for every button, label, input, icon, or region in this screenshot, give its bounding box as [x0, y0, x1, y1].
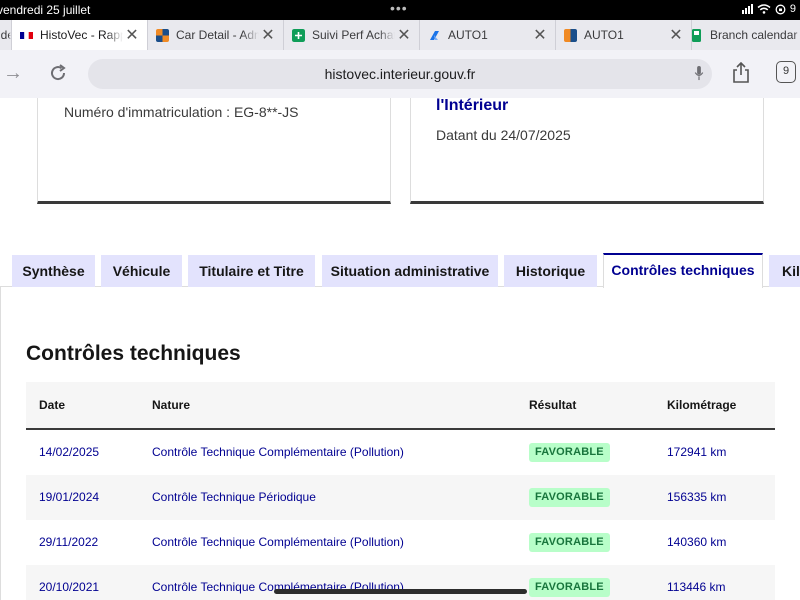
reload-icon[interactable]	[48, 63, 68, 83]
column-header-nature: Nature	[152, 398, 191, 412]
browser-tab-title: AUTO1	[584, 28, 624, 42]
url-text: histovec.interieur.gouv.fr	[324, 66, 476, 82]
section-title: Contrôles techniques	[26, 342, 241, 365]
address-bar[interactable]: histovec.interieur.gouv.fr	[88, 59, 712, 89]
browser-tab-6[interactable]: Branch calendar	[682, 20, 800, 50]
result-badge: FAVORABLE	[529, 443, 610, 462]
cell-date: 14/02/2025	[39, 445, 100, 459]
tab-synthese[interactable]: Synthèse	[12, 255, 95, 287]
registration-number: Numéro d'immatriculation : EG-8**-JS	[64, 104, 299, 120]
table-header: Date Nature Résultat Kilométrage	[26, 382, 775, 430]
cell-date: 20/10/2021	[39, 580, 100, 594]
inspections-table: Date Nature Résultat Kilométrage 14/02/2…	[26, 382, 775, 600]
microphone-icon[interactable]	[694, 66, 704, 81]
browser-tab-title: ide	[0, 28, 11, 42]
sheets-favicon-icon	[292, 28, 305, 42]
close-tab-icon[interactable]: ✕	[259, 25, 277, 45]
cell-nature: Contrôle Technique Complémentaire (Pollu…	[152, 580, 404, 594]
table-row: 19/01/2024 Contrôle Technique Périodique…	[26, 475, 775, 520]
status-date: vendredi 25 juillet	[0, 3, 91, 17]
browser-tab-title: Branch calendar	[710, 28, 798, 42]
close-tab-icon[interactable]: ✕	[395, 25, 413, 45]
browser-tab-title: AUTO1	[448, 28, 488, 42]
result-badge: FAVORABLE	[529, 533, 610, 552]
result-badge: FAVORABLE	[529, 488, 610, 507]
cell-nature: Contrôle Technique Complémentaire (Pollu…	[152, 535, 404, 549]
table-row: 20/10/2021 Contrôle Technique Complément…	[26, 565, 775, 600]
column-header-km: Kilométrage	[667, 398, 737, 412]
table-row: 14/02/2025 Contrôle Technique Complément…	[26, 430, 775, 475]
multitasking-dots-icon[interactable]: •••	[390, 0, 408, 16]
report-tabs: Synthèse Véhicule Titulaire et Titre Sit…	[0, 253, 800, 288]
tab-kilometrage[interactable]: Kilo	[769, 255, 800, 287]
tab-situation-administrative[interactable]: Situation administrative	[322, 255, 498, 287]
tab-controles-techniques[interactable]: Contrôles techniques	[603, 253, 763, 288]
tab-vehicule[interactable]: Véhicule	[101, 255, 182, 287]
cell-date: 29/11/2022	[39, 535, 99, 549]
browser-tab-2[interactable]: Car Detail - Admin ✕	[148, 20, 284, 50]
browser-tab-title: HistoVec - Rapport	[40, 28, 123, 42]
french-flag-icon	[20, 31, 33, 39]
column-header-result: Résultat	[529, 398, 577, 412]
auto1-orange-favicon-icon	[564, 28, 577, 42]
table-row: 29/11/2022 Contrôle Technique Complément…	[26, 520, 775, 565]
wifi-icon	[757, 4, 771, 14]
car-detail-favicon-icon	[156, 28, 169, 42]
home-indicator[interactable]	[274, 589, 527, 594]
calendar-favicon-icon	[692, 28, 701, 42]
tab-overview-button[interactable]: 9	[776, 61, 796, 83]
report-source-card: l'Intérieur Datant du 24/07/2025	[410, 98, 764, 204]
cell-km: 172941 km	[667, 445, 727, 459]
orientation-lock-icon	[775, 4, 786, 14]
browser-tab-title: Car Detail - Admin	[176, 28, 259, 42]
close-tab-icon[interactable]: ✕	[123, 25, 141, 45]
browser-tab-strip: ide HistoVec - Rapport ✕ Car Detail - Ad…	[0, 20, 800, 50]
browser-tab-4[interactable]: AUTO1 ✕	[420, 20, 556, 50]
browser-toolbar: → histovec.interieur.gouv.fr 9	[0, 50, 800, 98]
cell-km: 156335 km	[667, 490, 727, 504]
battery-percent: 9	[789, 3, 796, 15]
auto1-favicon-icon	[430, 30, 439, 40]
ministry-name: l'Intérieur	[436, 98, 509, 114]
cell-km: 113446 km	[667, 580, 726, 594]
status-bar: vendredi 25 juillet ••• 9	[0, 0, 800, 20]
browser-tab-3[interactable]: Suivi Perf Achats ✕	[284, 20, 420, 50]
close-tab-icon[interactable]: ✕	[531, 25, 549, 45]
share-icon[interactable]	[731, 62, 751, 84]
cell-km: 140360 km	[667, 535, 727, 549]
forward-arrow-icon[interactable]: →	[3, 62, 23, 84]
browser-tab-5[interactable]: AUTO1 ✕	[556, 20, 692, 50]
browser-tab-0[interactable]: ide	[0, 20, 12, 50]
vehicle-id-card: Numéro d'immatriculation : EG-8**-JS	[37, 98, 391, 204]
column-header-date: Date	[39, 398, 66, 412]
result-badge: FAVORABLE	[529, 578, 610, 597]
tab-historique[interactable]: Historique	[504, 255, 597, 287]
controles-panel: Contrôles techniques Date Nature Résulta…	[0, 287, 800, 600]
browser-tab-1[interactable]: HistoVec - Rapport ✕	[12, 20, 148, 50]
tab-titulaire[interactable]: Titulaire et Titre	[188, 255, 315, 287]
report-date: Datant du 24/07/2025	[436, 127, 571, 143]
cell-nature: Contrôle Technique Périodique	[152, 490, 316, 504]
page-content: Numéro d'immatriculation : EG-8**-JS l'I…	[0, 98, 800, 600]
browser-tab-title: Suivi Perf Achats	[312, 28, 395, 42]
signal-icon	[741, 4, 753, 14]
cell-nature: Contrôle Technique Complémentaire (Pollu…	[152, 445, 404, 459]
cell-date: 19/01/2024	[39, 490, 100, 504]
status-icons: 9	[741, 3, 796, 15]
